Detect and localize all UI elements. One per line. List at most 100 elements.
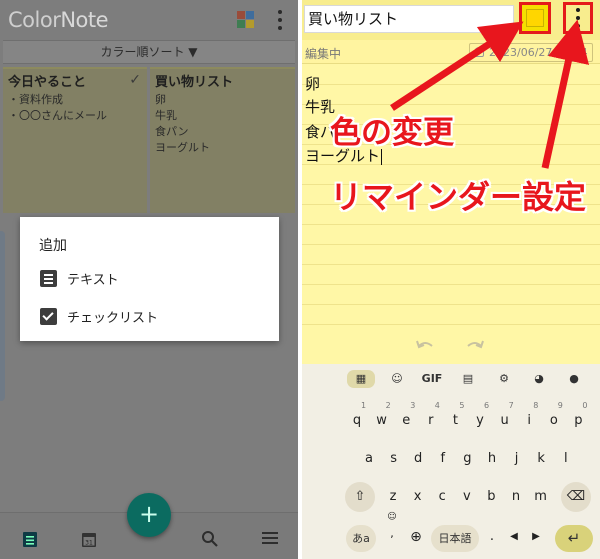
note-line: 食パン	[155, 125, 189, 138]
sort-dropdown[interactable]: カラー順ソート ▼	[3, 40, 295, 64]
key-s[interactable]: s	[383, 444, 405, 474]
cursor-left-key[interactable]: ◀	[506, 522, 522, 552]
key-g[interactable]: g	[456, 444, 478, 474]
key-r[interactable]: r	[420, 406, 442, 436]
palette-icon[interactable]: ◕	[529, 370, 549, 388]
key-v[interactable]: v	[456, 482, 478, 512]
cursor-right-key[interactable]: ▶	[528, 522, 544, 552]
enter-key[interactable]: ↵	[555, 525, 593, 552]
space-key[interactable]: 日本語	[431, 525, 479, 552]
emoji-icon[interactable]: ☺	[386, 510, 398, 524]
backspace-key[interactable]: ⌫	[561, 482, 591, 512]
key-a[interactable]: a	[358, 444, 380, 474]
color-swatch-icon	[526, 9, 544, 27]
note-card-todo[interactable]: 今日やること ・資料作成 ・〇〇さんにメール ✓	[3, 67, 147, 213]
note-meta-bar: 編集中 2023/06/27 14:04	[302, 40, 600, 64]
note-title: 今日やること	[8, 75, 87, 90]
gif-button[interactable]: GIF	[419, 370, 445, 388]
notes-list-screen: ColorNote カラー順ソート ▼ 今日やること ・資料作成 ・〇〇さんにメ…	[0, 0, 298, 559]
key-d[interactable]: d	[407, 444, 429, 474]
sticker-icon[interactable]: ☺	[387, 370, 407, 388]
note-line: 卵	[305, 75, 321, 93]
key-t[interactable]: t	[444, 406, 466, 436]
key-u[interactable]: u	[494, 406, 516, 436]
key-y[interactable]: y	[469, 406, 491, 436]
language-toggle-key[interactable]: あa	[346, 525, 376, 552]
note-title-input[interactable]: 買い物リスト	[304, 5, 514, 33]
key-number-hint: 6	[484, 401, 490, 410]
undo-icon[interactable]	[415, 339, 435, 353]
key-number-hint: 7	[508, 401, 514, 410]
add-note-dialog: 追加 テキスト チェックリスト	[20, 217, 279, 341]
option-label: テキスト	[67, 272, 119, 288]
key-l[interactable]: l	[555, 444, 577, 474]
key-b[interactable]: b	[480, 482, 502, 512]
key-e[interactable]: e	[395, 406, 417, 436]
side-drawer-handle[interactable]	[0, 231, 5, 401]
note-line: ・資料作成	[8, 93, 63, 106]
clipboard-icon[interactable]: ▤	[458, 370, 478, 388]
checkbox-icon	[40, 307, 57, 325]
key-number-hint: 3	[410, 401, 416, 410]
note-line: 牛乳	[155, 109, 177, 122]
key-number-hint: 1	[361, 401, 367, 410]
soft-keyboard: ▦ ☺ GIF ▤ ⚙ ◕ ● q1w2e3r4t5y6u7i8o9p0 asd…	[302, 364, 600, 559]
key-p[interactable]: p	[567, 406, 589, 436]
key-w[interactable]: w	[371, 406, 393, 436]
reminder-date[interactable]: 2023/06/27 14:04	[469, 43, 593, 62]
menu-icon[interactable]	[261, 530, 279, 546]
key-o[interactable]: o	[543, 406, 565, 436]
annotation-color-change: 色の変更	[330, 115, 454, 151]
shift-key[interactable]: ⇧	[345, 482, 375, 512]
globe-icon[interactable]: ⊕	[406, 522, 426, 552]
key-m[interactable]: m	[530, 482, 552, 512]
note-title: 買い物リスト	[155, 75, 234, 90]
option-label: チェックリスト	[67, 310, 159, 326]
bell-icon	[474, 47, 484, 57]
key-q[interactable]: q	[346, 406, 368, 436]
color-change-button[interactable]	[519, 2, 551, 34]
calendar-icon[interactable]: 31	[81, 530, 97, 548]
key-z[interactable]: z	[382, 482, 404, 512]
key-f[interactable]: f	[432, 444, 454, 474]
color-grid-icon[interactable]	[237, 11, 254, 28]
grid-icon[interactable]: ▦	[347, 370, 375, 388]
gear-icon[interactable]: ⚙	[494, 370, 514, 388]
key-i[interactable]: i	[518, 406, 540, 436]
overflow-menu-icon	[575, 8, 581, 28]
add-checklist-option[interactable]: チェックリスト	[40, 305, 270, 327]
search-icon[interactable]	[201, 530, 219, 548]
add-text-option[interactable]: テキスト	[40, 267, 270, 289]
comma-key[interactable]: ,	[384, 522, 400, 552]
note-line: ・〇〇さんにメール	[8, 109, 107, 122]
period-key[interactable]: .	[485, 522, 499, 552]
key-k[interactable]: k	[530, 444, 552, 474]
key-c[interactable]: c	[431, 482, 453, 512]
keyboard-toolbar: ▦ ☺ GIF ▤ ⚙ ◕ ●	[302, 364, 600, 394]
overflow-menu-icon[interactable]	[277, 10, 283, 30]
reminder-menu-button[interactable]	[563, 2, 593, 34]
note-line: ヨーグルト	[155, 141, 210, 154]
checked-icon: ✓	[129, 72, 141, 88]
editor-app-bar: 買い物リスト	[302, 0, 600, 40]
edit-status: 編集中	[305, 47, 342, 61]
mic-icon[interactable]: ●	[564, 370, 584, 388]
note-editor-screen: 買い物リスト 編集中 2023/06/27 14:04 卵 牛乳 食パン ヨーグ…	[302, 0, 600, 559]
key-x[interactable]: x	[407, 482, 429, 512]
dialog-title: 追加	[39, 238, 67, 254]
add-note-button[interactable]: +	[127, 493, 171, 537]
key-j[interactable]: j	[506, 444, 528, 474]
key-n[interactable]: n	[505, 482, 527, 512]
app-bar: ColorNote	[0, 0, 298, 40]
key-h[interactable]: h	[481, 444, 503, 474]
notes-icon[interactable]	[22, 530, 38, 548]
undo-redo-bar	[302, 330, 600, 364]
calendar-day-text: 31	[85, 540, 93, 547]
key-number-hint: 5	[459, 401, 465, 410]
key-number-hint: 4	[434, 401, 440, 410]
note-card-shopping[interactable]: 買い物リスト 卵 牛乳 食パン ヨーグルト	[150, 67, 295, 213]
key-number-hint: 9	[557, 401, 563, 410]
redo-icon[interactable]	[465, 339, 485, 353]
annotation-reminder-setting: リマインダー設定	[330, 178, 587, 216]
app-logo: ColorNote	[8, 8, 109, 32]
